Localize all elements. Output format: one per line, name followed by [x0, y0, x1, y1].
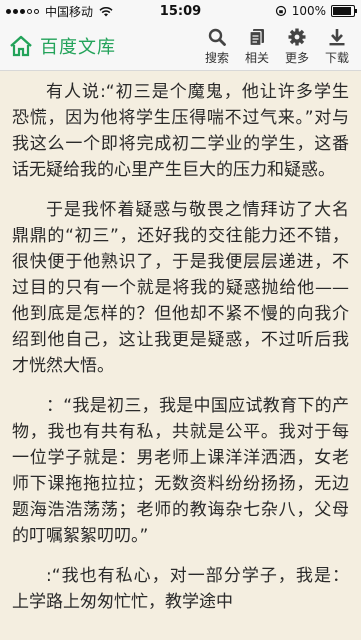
- brand[interactable]: 百度文库: [0, 33, 116, 59]
- gear-icon: [288, 28, 306, 45]
- home-icon[interactable]: [9, 35, 33, 57]
- battery-fill: [333, 7, 351, 15]
- search-icon: [208, 28, 226, 46]
- related-docs-icon: [249, 28, 264, 46]
- more-button[interactable]: 更多: [277, 22, 317, 70]
- status-left: 中国移动: [0, 3, 113, 20]
- search-label: 搜索: [204, 50, 229, 65]
- rotation-lock-icon: [275, 5, 286, 17]
- status-right: 100%: [275, 0, 357, 22]
- carrier-name: 中国移动: [45, 4, 94, 19]
- related-label: 相关: [244, 50, 269, 65]
- more-label: 更多: [284, 50, 309, 65]
- article-paragraph: 于是我怀着疑惑与敬畏之情拜访了大名鼎鼎的“初三”，还好我的交往能力还不错，很快便…: [12, 200, 349, 376]
- related-button[interactable]: 相关: [237, 22, 277, 70]
- app-bar: 百度文库 搜索 相关 更多 下载: [0, 22, 361, 71]
- wifi-icon: [99, 6, 113, 16]
- download-button[interactable]: 下载: [317, 22, 357, 70]
- article-paragraph: 有人说:“初三是个魔鬼，他让许多学生恐慌，因为他将学生压得喘不过气来。”对与我这…: [12, 82, 349, 180]
- toolbar: 搜索 相关 更多 下载: [197, 22, 357, 70]
- download-icon: [329, 28, 345, 45]
- download-label: 下载: [324, 50, 349, 65]
- signal-strength-icon: [6, 8, 39, 14]
- article-paragraph: :“我也有私心，对一部分学子，我是：上学路上匆匆忙忙，教学途中: [12, 566, 349, 612]
- battery-percent: 100%: [291, 4, 326, 18]
- app-title: 百度文库: [40, 37, 116, 58]
- status-bar: 中国移动 15:09 100%: [0, 0, 361, 22]
- search-button[interactable]: 搜索: [197, 22, 237, 70]
- article-body[interactable]: 有人说:“初三是个魔鬼，他让许多学生恐慌，因为他将学生压得喘不过气来。”对与我这…: [0, 71, 361, 640]
- article-paragraph: ：“我是初三，我是中国应试教育下的产物，我也有共有私，共就是公平。我对于每一位学…: [12, 396, 349, 546]
- battery-icon: [331, 5, 357, 17]
